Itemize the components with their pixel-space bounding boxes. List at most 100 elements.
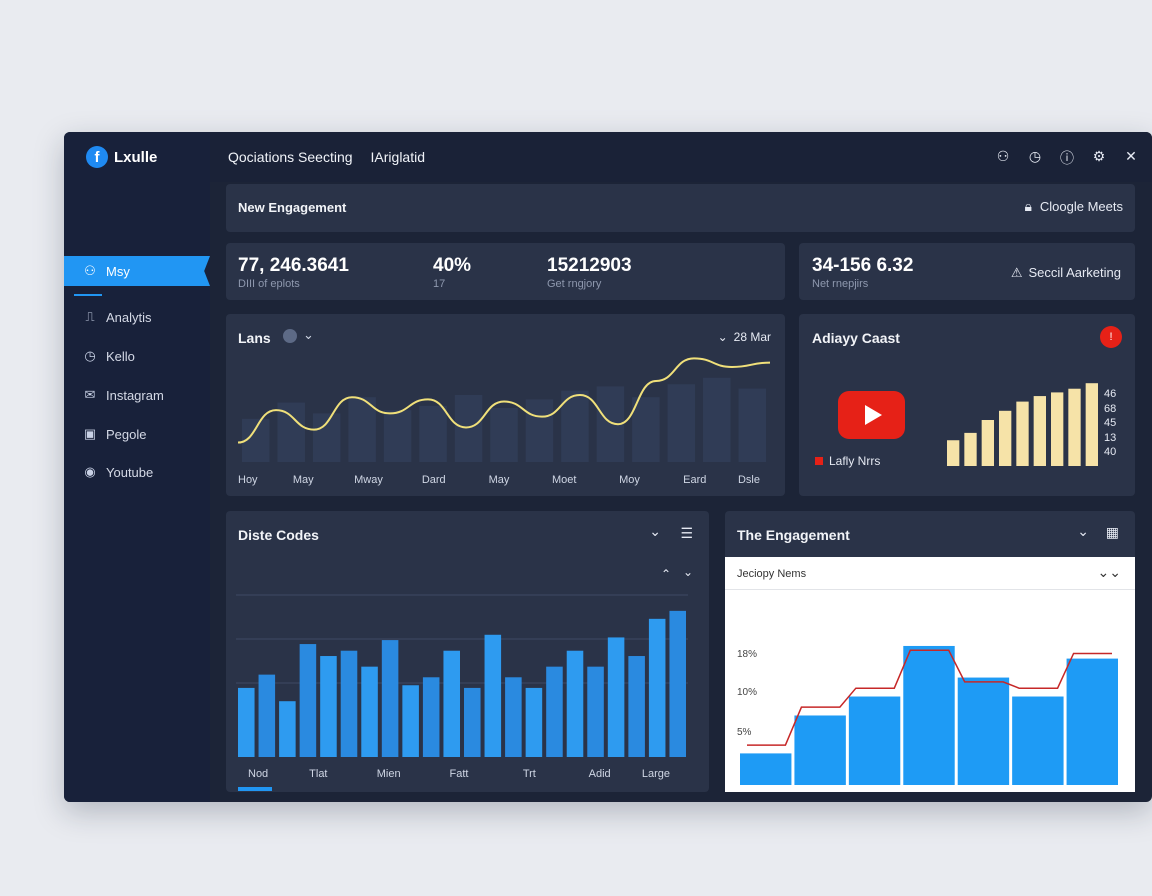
bar [258, 674, 276, 757]
calendar-icon: ▣ [83, 426, 97, 441]
sidebar-item-msy[interactable]: ⚇ Msy [64, 256, 210, 286]
bar [238, 687, 255, 757]
x-tick-label: Eard [683, 474, 706, 486]
header-panel: New Engagement 🔒︎ Cloogle Meets [226, 184, 1135, 232]
bar [957, 677, 1010, 785]
user-icon: ⚇ [84, 263, 96, 278]
bar [525, 687, 543, 757]
sidebar-item-analytis[interactable]: ⎍ Analytis [64, 302, 210, 332]
action-label: Seccil Aarketing [1028, 265, 1122, 280]
x-tick-label: Tlat [309, 768, 327, 780]
bar [740, 753, 792, 785]
bar [1085, 383, 1098, 466]
value-label: 45 [1104, 417, 1117, 429]
background-bar [383, 410, 412, 462]
circle-icon: ◉ [84, 464, 96, 479]
sidebar-item-pegole[interactable]: ▣ Pegole [64, 419, 210, 449]
grid-icon[interactable]: ▦ [1106, 524, 1119, 541]
bar [1051, 392, 1064, 466]
bar [1012, 696, 1064, 785]
x-tick-label: Moet [552, 474, 576, 486]
bar [443, 650, 460, 757]
background-bar [703, 377, 731, 462]
lock-icon: 🔒︎ [1024, 198, 1032, 214]
bar [381, 640, 399, 757]
x-tick-label: Trt [523, 768, 536, 780]
bar [648, 618, 666, 757]
value-label: 13 [1104, 431, 1117, 444]
sidebar: f Lxulle ⚇ Msy ⎍ Analytis ◷ Kello ✉ Inst… [64, 132, 210, 802]
stat-value: 77, 246.3641 [238, 255, 349, 276]
stat-label: DIII of eplots [238, 278, 300, 290]
yt-bar-chart [947, 383, 1098, 466]
x-tick-label: Hoy [238, 474, 258, 486]
bar [279, 701, 296, 757]
stat-value: 15212903 [547, 255, 632, 276]
facebook-logo-icon: f [86, 146, 108, 168]
clock-icon[interactable]: ◷ [1026, 148, 1044, 168]
x-tick-label: Dard [422, 474, 446, 486]
settings-icon[interactable]: ⚙ [1090, 148, 1108, 168]
bar [669, 610, 686, 757]
stat-label: Get rngjory [547, 278, 602, 290]
x-tick-label: Nod [248, 768, 268, 780]
value-label: 40 [1104, 446, 1117, 458]
stat-label: 17 [433, 278, 446, 290]
background-bar [312, 413, 341, 462]
nav-underline [74, 294, 102, 296]
engagement-panel: The Engagement ⌄ ▦ Jeciopy Nems ⌄⌄ 18% 10… [725, 511, 1135, 792]
youtube-panel: Adiayy Caast ! Lafly Nrrs 46 68 45 13 40 [799, 314, 1135, 496]
sidebar-item-label: Instagram [106, 387, 164, 403]
panel-title: The Engagement [737, 527, 850, 543]
bar-chart-panel: Diste Codes ⌄ ☰ ⌃ ⌄ Nod Tlat Mien Fatt Trt Ad… [226, 511, 709, 792]
top-title-primary[interactable]: Qociations Seecting [228, 149, 353, 165]
bar [422, 677, 440, 757]
sidebar-item-label: Analytis [106, 309, 152, 325]
stat-value: 40% [433, 255, 472, 276]
chart-icon: ⎍ [85, 309, 95, 324]
top-icons: ⚇ ◷ ⓘ ⚙ ✕ [994, 148, 1140, 168]
bar [947, 440, 960, 466]
marketing-button[interactable]: ⚠︎ Seccil Aarketing [1011, 265, 1121, 281]
value-labels: 46 68 45 13 40 [1104, 387, 1116, 460]
y-tick-label: 10% [737, 687, 757, 698]
y-tick-label: 5% [737, 727, 752, 738]
background-bar [419, 405, 447, 462]
bar [1016, 401, 1029, 466]
cloogle-meets-button[interactable]: 🔒︎ Cloogle Meets [1024, 198, 1123, 215]
y-tick-label: 18% [737, 649, 757, 660]
bar [299, 644, 317, 757]
background-bar [738, 388, 766, 462]
value-label: 68 [1104, 402, 1117, 415]
app-name: Lxulle [114, 148, 158, 166]
x-tick-label: May [293, 474, 314, 486]
chevron-down-icon[interactable]: ⌄ [1077, 523, 1089, 540]
stat-value: 34-156 6.32 [812, 255, 914, 276]
bar [402, 685, 419, 757]
x-tick-label: Mien [377, 768, 401, 780]
bar [546, 666, 563, 757]
bar [1033, 396, 1046, 466]
sidebar-item-kello[interactable]: ◷ Kello [64, 341, 210, 371]
user-icon[interactable]: ⚇ [994, 148, 1012, 168]
stats-panel-secondary: 34-156 6.32 Net rnepjirs ⚠︎ Seccil Aarke… [799, 243, 1135, 300]
bar [981, 420, 994, 466]
action-label: Cloogle Meets [1039, 199, 1123, 214]
info-icon[interactable]: ⓘ [1058, 148, 1076, 168]
engagement-chart-area: Jeciopy Nems ⌄⌄ 18% 10% 5% [725, 557, 1135, 792]
bar [361, 666, 378, 757]
x-tick-label: Dsle [738, 474, 760, 486]
brand[interactable]: f Lxulle [86, 146, 157, 168]
value-label: 46 [1104, 388, 1117, 400]
top-title-secondary[interactable]: IAriglatid [371, 149, 425, 165]
sidebar-item-instagram[interactable]: ✉ Instagram [64, 380, 210, 410]
sidebar-item-label: Pegole [106, 426, 147, 442]
sidebar-item-label: Kello [106, 348, 135, 364]
close-icon[interactable]: ✕ [1122, 148, 1140, 168]
bar [484, 634, 502, 757]
bar [587, 666, 604, 757]
sidebar-item-youtube[interactable]: ◉ Youtube [64, 457, 210, 487]
header-title: New Engagement [238, 200, 347, 215]
bar [999, 410, 1012, 466]
clock-icon: ◷ [84, 348, 96, 363]
